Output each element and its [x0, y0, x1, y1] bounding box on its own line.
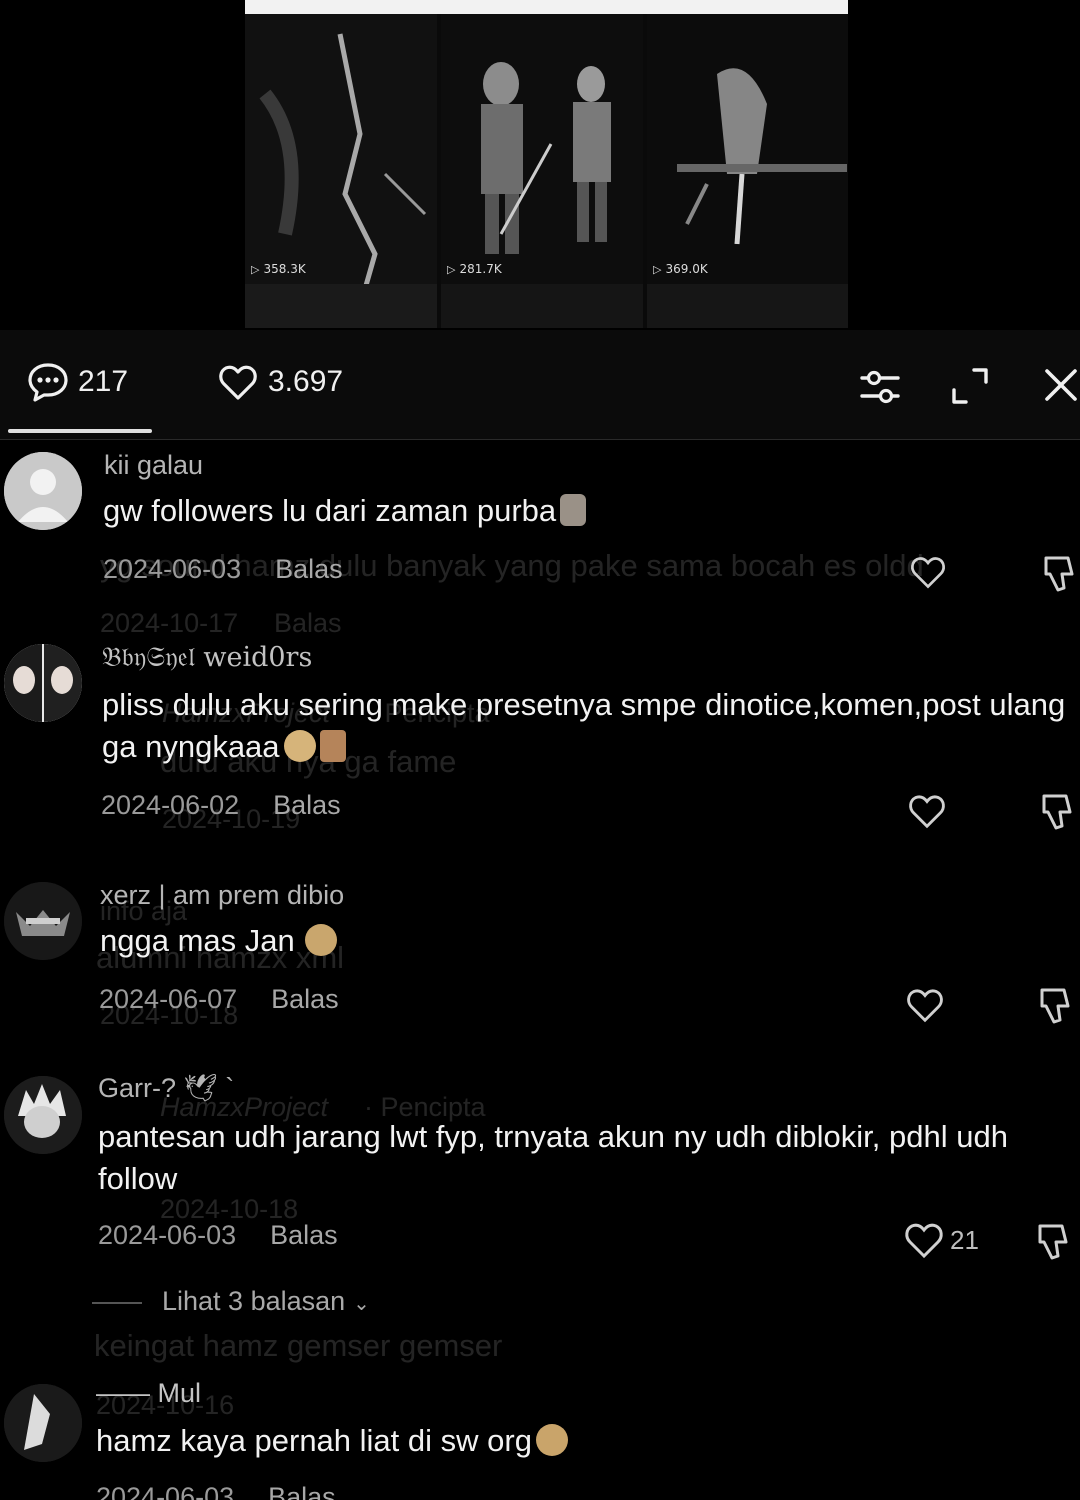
dislike-icon[interactable] [1038, 792, 1076, 837]
comment-date: 2024-06-03 [103, 554, 242, 584]
comment-like-button[interactable] [908, 552, 948, 592]
comment-like-button[interactable] [904, 984, 946, 1026]
ghost-text: Balas [274, 608, 342, 638]
expand-icon[interactable] [950, 366, 990, 411]
ghost-text: keingat hamz gemser gemser [94, 1328, 503, 1363]
comment-meta: 2024-06-03 Balas [103, 554, 343, 585]
avatar[interactable] [4, 882, 82, 960]
filter-icon[interactable] [858, 366, 902, 415]
play-count: ▷ 358.3K [251, 262, 306, 276]
comment-username[interactable]: Garr-? 🕊 ` [98, 1072, 234, 1104]
play-count: ▷ 369.0K [653, 262, 708, 276]
video-preview[interactable]: ▷ 358.3K ▷ 281.7K ▷ 369.0K [245, 0, 848, 328]
video-panel-2[interactable]: ▷ 281.7K [441, 14, 643, 328]
comment-text-body: hamz kaya pernah liat di sw org [96, 1423, 532, 1458]
tab-likes[interactable]: 3.697 [216, 360, 343, 404]
dislike-icon[interactable] [1034, 1222, 1072, 1267]
like-count: 3.697 [268, 365, 344, 398]
pleading-face-emoji-icon [283, 730, 316, 762]
divider [92, 1301, 142, 1304]
reply-button[interactable]: Balas [273, 790, 341, 820]
reply-button[interactable]: Balas [271, 984, 339, 1014]
comment-like-count: 21 [950, 1224, 979, 1255]
comment-meta: 2024-06-02 Balas [101, 790, 341, 821]
comment-date: 2024-06-07 [99, 984, 238, 1014]
video-panel-1[interactable]: ▷ 358.3K [245, 14, 437, 328]
comment-text: ngga mas Jan [100, 920, 1080, 962]
comment-username[interactable]: kii galau [104, 450, 203, 481]
comment-text: pliss dulu aku sering make presetnya smp… [102, 684, 1080, 768]
comment-icon [28, 363, 68, 402]
heart-icon [911, 557, 945, 589]
avatar[interactable] [4, 1076, 82, 1154]
comment-username[interactable]: 𝔅𝔟𝔶𝔖𝔶𝔢𝔩 weid0rs [102, 642, 312, 674]
comment-date: 2024-06-03 [98, 1220, 237, 1250]
comment-text: hamz kaya pernah liat di sw org [96, 1420, 1076, 1462]
play-count: ▷ 281.7K [447, 262, 502, 276]
dislike-icon[interactable] [1040, 554, 1078, 599]
heart-icon [907, 989, 943, 1023]
reply-button[interactable]: Balas [270, 1220, 338, 1250]
active-tab-indicator [8, 429, 152, 433]
comment-text: gw followers lu dari zaman purba [103, 490, 1080, 532]
comment-like-button[interactable] [906, 790, 948, 832]
tab-comments[interactable]: 217 [26, 360, 128, 404]
pensive-face-emoji-icon [304, 924, 337, 956]
avatar[interactable] [4, 452, 82, 530]
comment-text: pantesan udh jarang lwt fyp, trnyata aku… [98, 1116, 1068, 1200]
comment-like-button[interactable]: 21 [902, 1218, 979, 1262]
comment-text-body: ngga mas Jan [100, 923, 295, 958]
comment-username[interactable]: —— Mul [96, 1378, 201, 1409]
avatar[interactable] [4, 1384, 82, 1462]
comment-date: 2024-06-02 [101, 790, 240, 820]
chevron-down-icon: ⌄ [353, 1293, 370, 1315]
comment-text-body: gw followers lu dari zaman purba [103, 493, 557, 528]
heart-icon [905, 1223, 943, 1259]
comment-text-body: pantesan udh jarang lwt fyp, trnyata aku… [98, 1119, 1008, 1196]
moai-emoji-icon [560, 494, 587, 526]
comment-meta: 2024-06-03 Balas [98, 1220, 338, 1251]
view-replies-label: Lihat 3 balasan [162, 1286, 346, 1316]
bouquet-emoji-icon [319, 730, 346, 762]
avatar[interactable] [4, 644, 82, 722]
video-panel-3[interactable]: ▷ 369.0K [647, 14, 848, 328]
view-replies-button[interactable]: Lihat 3 balasan ⌄ [92, 1286, 370, 1317]
dislike-icon[interactable] [1036, 986, 1074, 1031]
reply-button[interactable]: Balas [275, 554, 343, 584]
thinking-face-emoji-icon [535, 1424, 568, 1456]
comment-text-body: pliss dulu aku sering make presetnya smp… [102, 687, 1066, 764]
comment-username[interactable]: xerz | am prem dibio [100, 880, 344, 911]
comment-count: 217 [78, 365, 129, 398]
ghost-text: 2024-10-17 [100, 608, 239, 638]
comment-meta: 2024-06-07 Balas [99, 984, 339, 1015]
close-icon[interactable] [1042, 366, 1080, 409]
heart-icon [219, 365, 257, 400]
bottom-edge [0, 1470, 1080, 1500]
video-top-bar [245, 0, 848, 14]
comment-panel-header: 217 3.697 [0, 330, 1080, 440]
heart-icon [909, 795, 945, 829]
